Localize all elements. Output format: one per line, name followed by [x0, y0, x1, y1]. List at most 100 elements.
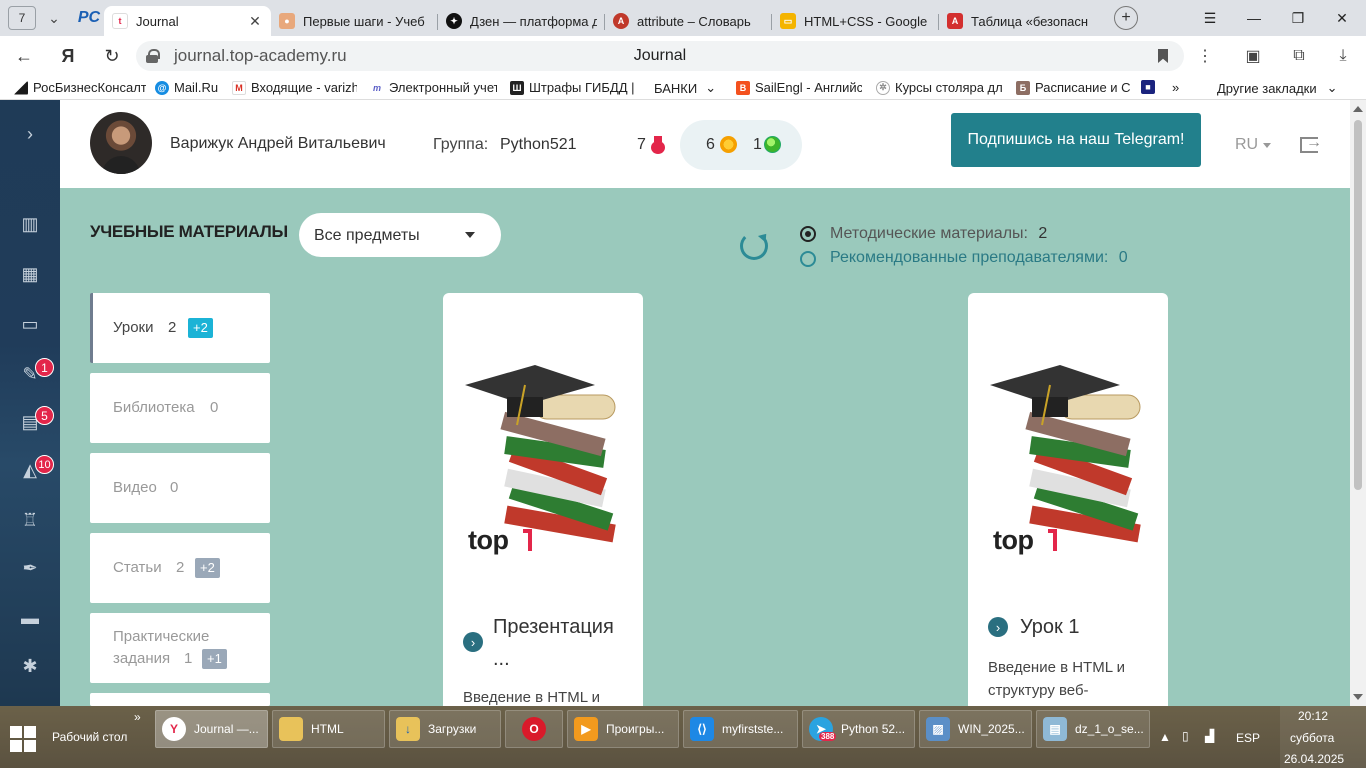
bookmark-gmail[interactable]: M Входящие - varizh [232, 80, 357, 95]
taskbar-label: Загрузки [428, 722, 477, 736]
category-practice[interactable]: Практические задания 1 +1 [90, 613, 270, 683]
new-tab-button[interactable]: + [1114, 6, 1138, 30]
extensions-icon[interactable]: ⧉ [1288, 45, 1310, 67]
telegram-unread-badge: 388 [819, 732, 837, 741]
refresh-icon[interactable] [740, 232, 768, 260]
tab-title: Таблица «безопасн [971, 13, 1089, 29]
bookmark-sailengl[interactable]: B SailEngl - Английс [736, 80, 862, 95]
url-field[interactable]: journal.top-academy.ru Journal [136, 41, 1184, 71]
bookmark-carpentry[interactable]: ✲ Курсы столяра для [876, 80, 1002, 95]
browser-menu-icon[interactable]: ☰ [1188, 0, 1232, 36]
download-icon[interactable]: ⤓ [1332, 45, 1354, 67]
taskbar-item-journal[interactable]: Y Journal —... [155, 710, 268, 748]
taskbar-label: dz_1_o_se... [1075, 722, 1143, 736]
subject-select[interactable]: Все предметы [299, 213, 501, 257]
currency-box: 6 1 [680, 120, 802, 170]
blogger-icon: B [736, 80, 750, 95]
bookmark-schedule[interactable]: Б Расписание и Стои [1016, 80, 1130, 95]
chevron-right-icon[interactable]: › [463, 632, 483, 652]
tab-html-css[interactable]: ▭ HTML+CSS - Google [772, 6, 939, 36]
tab-count-button[interactable]: 7 [8, 6, 36, 30]
clock-panel[interactable]: 20:12 суббота 26.04.2025 [1280, 706, 1366, 768]
taskbar-item-player[interactable]: ▶ Проигры... [567, 710, 679, 748]
taskbar-item-opera[interactable]: O [505, 710, 563, 748]
taskbar-item-telegram[interactable]: ➤ 388 Python 52... [802, 710, 915, 748]
restore-icon[interactable]: ❐ [1276, 0, 1320, 36]
bookmark-rbc[interactable]: РосБизнесКонсалт [14, 80, 146, 95]
chevron-down-icon: ⌄ [1326, 80, 1338, 95]
pc-app-icon[interactable]: PC [74, 6, 104, 30]
close-tab-icon[interactable]: ✕ [247, 13, 263, 30]
taskbar-item-vscode[interactable]: ⟨⟩ myfirstste... [683, 710, 798, 748]
category-count: 1 [184, 650, 193, 667]
tab-table[interactable]: A Таблица «безопасн [939, 6, 1106, 36]
radio-methodical[interactable] [800, 226, 816, 242]
scroll-up-icon[interactable] [1353, 106, 1363, 112]
category-articles[interactable]: Статьи 2 +2 [90, 533, 270, 603]
category-video[interactable]: Видео 0 [90, 453, 270, 523]
homework-badge: 1 [35, 358, 54, 377]
shop-icon[interactable]: ▬ [18, 606, 42, 630]
back-arrow-icon[interactable]: ← [12, 44, 36, 68]
windows-start-icon[interactable] [10, 726, 36, 752]
logout-icon[interactable] [1300, 134, 1322, 153]
tab-attribute[interactable]: A attribute – Словарь [605, 6, 772, 36]
material-card-lesson-1[interactable]: top › Урок 1 Введение в HTML и структуру… [968, 293, 1168, 713]
category-library[interactable]: Библиотека 0 [90, 373, 270, 443]
taskbar-item-downloads[interactable]: ↓ Загрузки [389, 710, 501, 748]
stats-chart-icon[interactable]: ▥ [18, 212, 42, 236]
settings-icon[interactable]: ✱ [18, 654, 42, 678]
scroll-down-icon[interactable] [1353, 694, 1363, 700]
header: Варижук Андрей Витальевич Группа: Python… [60, 100, 1350, 188]
close-window-icon[interactable]: ✕ [1320, 0, 1364, 36]
tabs-list-chevron-icon[interactable]: ⌄ [40, 6, 68, 30]
telegram-subscribe-button[interactable]: Подпишись на наш Telegram! [951, 113, 1201, 167]
yandex-icon[interactable]: Я [56, 44, 80, 68]
bookmark-electronic[interactable]: m Электронный учет [370, 80, 497, 95]
monitor-icon[interactable]: ▭ [18, 312, 42, 336]
language-select[interactable]: RU [1235, 136, 1258, 154]
more-bookmarks-button[interactable]: » [1172, 80, 1179, 95]
filter-methodical[interactable]: Методические материалы: 2 [830, 225, 1047, 243]
category-lessons[interactable]: Уроки 2 +2 [90, 293, 270, 363]
device-icon[interactable]: ▯ [1182, 729, 1189, 743]
gem-icon [764, 136, 781, 153]
taskbar-item-html-folder[interactable]: HTML [272, 710, 385, 748]
tab-dzen[interactable]: ✦ Дзен — платформа д [438, 6, 605, 36]
trophy-icon[interactable]: ♖ [18, 508, 42, 532]
bookmark-mailru[interactable]: @ Mail.Ru [155, 80, 225, 95]
filter-recommended[interactable]: Рекомендованные преподавателями: 0 [830, 249, 1128, 267]
feather-icon[interactable]: ✒ [18, 556, 42, 580]
other-bookmarks[interactable]: Другие закладки ⌄ [1217, 80, 1338, 96]
language-indicator[interactable]: ESP [1236, 731, 1260, 745]
wifi-signal-icon[interactable]: ▟ [1205, 729, 1214, 743]
reload-icon[interactable]: ↻ [100, 44, 124, 68]
bookmark-label: РосБизнесКонсалт [33, 80, 146, 95]
scroll-thumb[interactable] [1354, 120, 1362, 490]
expand-chevron-icon[interactable]: › [18, 122, 42, 146]
toolbar-expand-icon[interactable]: » [134, 710, 141, 724]
material-card-presentation[interactable]: top › Презентация ... Введение в HTML и [443, 293, 643, 713]
mailru-icon: @ [155, 80, 169, 95]
image-icon: ▨ [926, 717, 950, 741]
avatar[interactable] [90, 112, 152, 174]
bookmark-fines[interactable]: Ш Штрафы ГИБДД | [510, 80, 638, 95]
category-more[interactable] [90, 693, 270, 706]
collections-icon[interactable]: ▣ [1242, 45, 1264, 67]
bookmark-folder-banks[interactable]: БАНКИ ⌄ [654, 80, 724, 96]
coin-icon [720, 136, 737, 153]
tab-first-steps[interactable]: ● Первые шаги - Учеб [271, 6, 438, 36]
page-scrollbar[interactable] [1350, 100, 1366, 706]
chevron-right-icon[interactable]: › [988, 617, 1008, 637]
taskbar-item-notepad[interactable]: ▤ dz_1_o_se... [1036, 710, 1150, 748]
taskbar-item-image[interactable]: ▨ WIN_2025... [919, 710, 1032, 748]
desktop-label[interactable]: Рабочий стол [52, 730, 127, 744]
tab-journal[interactable]: t Journal ✕ [104, 6, 271, 36]
more-vertical-icon[interactable]: ⋮ [1194, 45, 1216, 67]
bookmark-site-icon[interactable]: ■ [1141, 80, 1160, 94]
tray-expand-icon[interactable]: ▲ [1159, 730, 1171, 744]
schedule-calendar-icon[interactable]: ▦ [18, 262, 42, 286]
radio-recommended[interactable] [800, 251, 816, 267]
minimize-icon[interactable]: — [1232, 0, 1276, 36]
tab-title: Дзен — платформа д [470, 13, 597, 29]
